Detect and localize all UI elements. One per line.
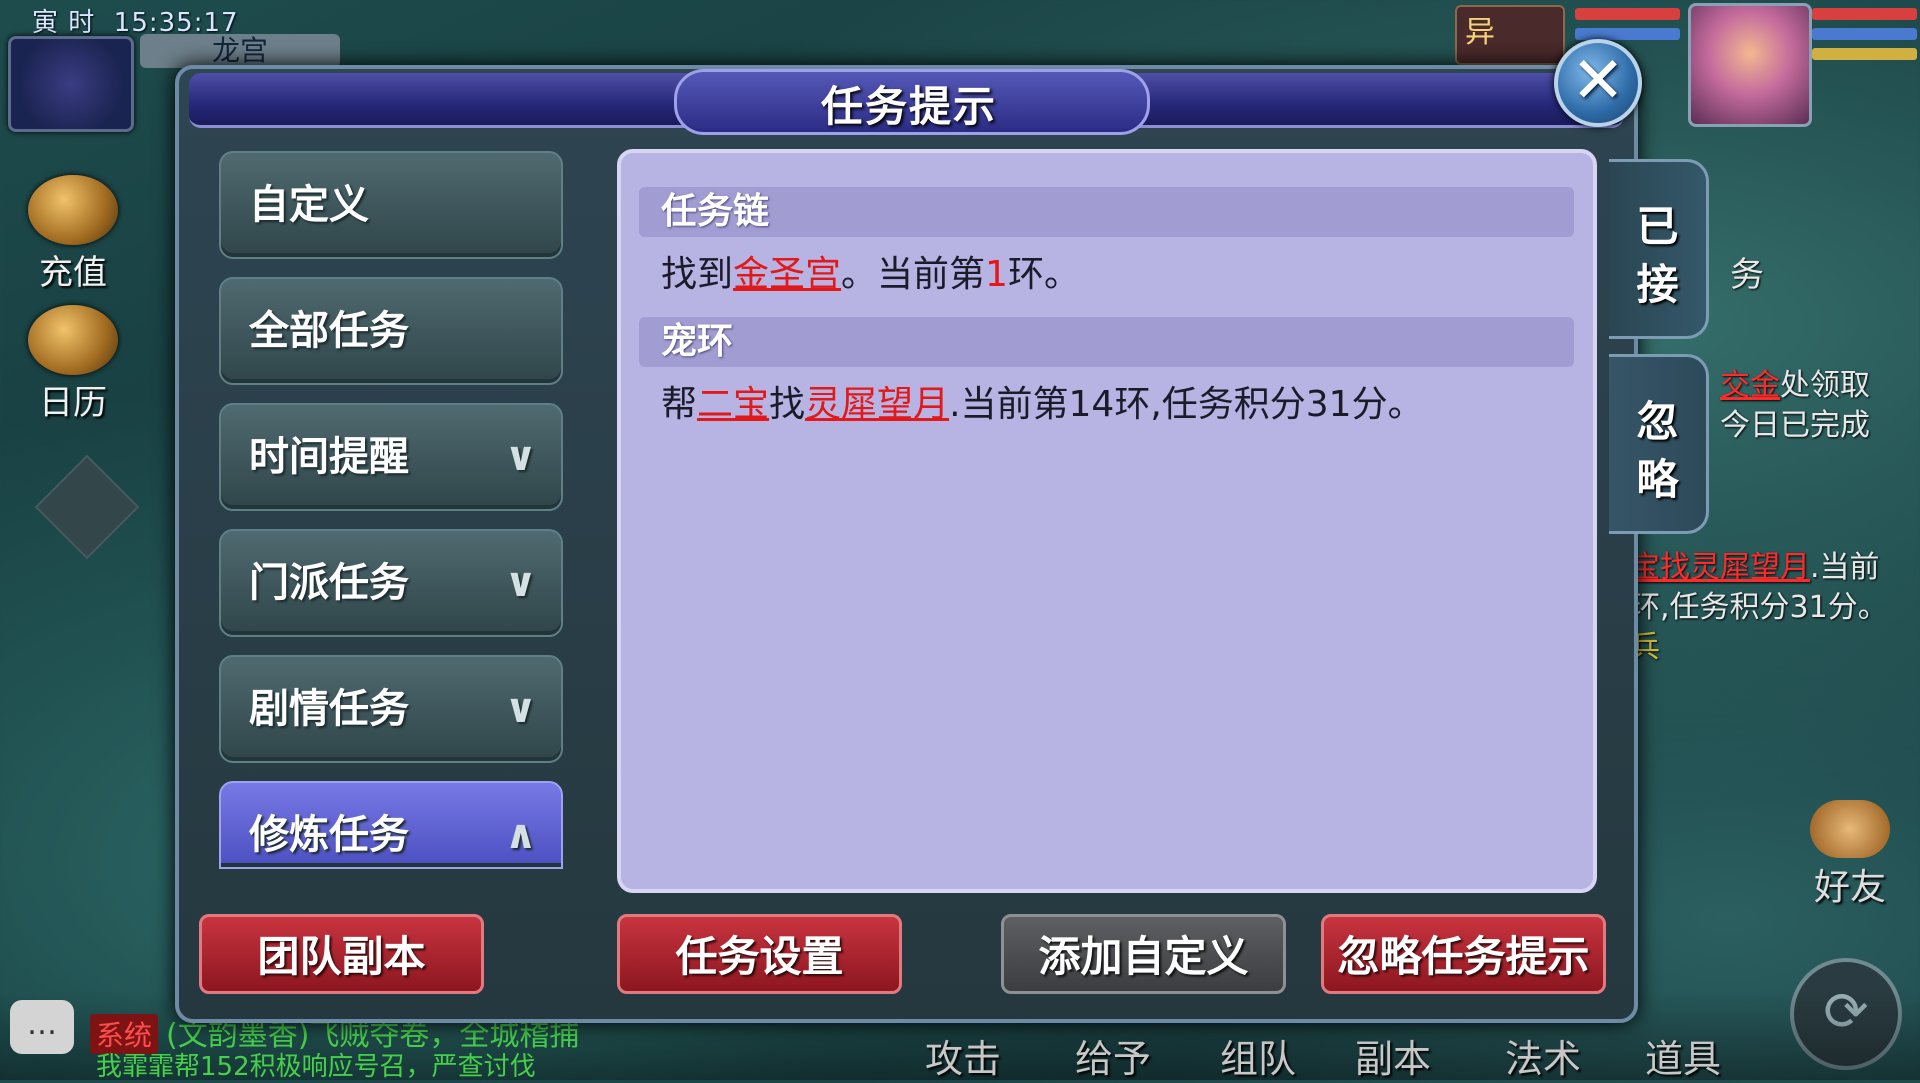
calendar-button[interactable]: 日历 (18, 305, 128, 423)
task-settings-button[interactable]: 任务设置 (617, 914, 902, 994)
category-custom[interactable]: 自定义 (219, 151, 563, 259)
close-icon[interactable]: ✕ (1554, 39, 1642, 127)
pet-badge[interactable]: 异 (1455, 5, 1565, 65)
section-header-pet-ring: 宠环 (639, 317, 1574, 367)
category-label: 门派任务 (249, 560, 409, 606)
text: 找到 (661, 254, 734, 295)
player-portrait[interactable] (1688, 3, 1812, 127)
pet-hp-bar (1575, 8, 1680, 20)
location-label: 龙宫 (140, 34, 340, 68)
category-label: 全部任务 (249, 308, 409, 354)
item-link[interactable]: 灵犀望月 (805, 384, 949, 425)
recharge-label: 充值 (39, 253, 107, 293)
ignore-task-hint-button[interactable]: 忽略任务提示 (1321, 914, 1606, 994)
spell-button[interactable]: 法术 (1505, 1028, 1581, 1083)
pet-badge-label: 异 (1465, 15, 1495, 50)
chat-icon[interactable]: … (10, 1000, 74, 1054)
give-button[interactable]: 给予 (1075, 1028, 1151, 1083)
side-char: 务 (1730, 255, 1764, 295)
player-mp-bar (1812, 28, 1917, 40)
pet-mp-bar (1575, 28, 1680, 40)
category-label: 修炼任务 (249, 812, 409, 858)
section-body-pet-ring: 帮二宝找灵犀望月.当前第14环,任务积分31分。 (661, 375, 1424, 427)
tracker-link-3a[interactable]: 宝找 (1630, 550, 1690, 585)
player-hp-bar (1812, 8, 1917, 20)
dungeon-button[interactable]: 副本 (1355, 1028, 1431, 1083)
section-body-task-chain: 找到金圣宫。当前第1环。 (661, 245, 1080, 297)
tracker-link-1[interactable]: 交金 (1720, 368, 1780, 403)
text: 找 (769, 384, 806, 425)
task-content-panel: 任务链 找到金圣宫。当前第1环。 宠环 帮二宝找灵犀望月.当前第14环,任务积分… (617, 149, 1597, 893)
text: .当前第14环,任务积分31分。 (949, 384, 1424, 425)
team-button[interactable]: 组队 (1220, 1028, 1296, 1083)
team-dungeon-button[interactable]: 团队副本 (199, 914, 484, 994)
recharge-button[interactable]: 充值 (18, 175, 128, 293)
chevron-down-icon: ∨ (504, 434, 537, 480)
text: 帮 (661, 384, 698, 425)
friend-button[interactable]: 好友 (1790, 800, 1910, 910)
calendar-label: 日历 (39, 383, 107, 423)
tracker-line-2: 今日已完成 (1720, 408, 1870, 443)
category-label: 自定义 (249, 182, 369, 228)
chevron-down-icon: ∨ (504, 686, 537, 732)
tracker-text-3: .当前 (1810, 550, 1880, 585)
category-all-tasks[interactable]: 全部任务 (219, 277, 563, 385)
tab-label: 忽略 (1636, 397, 1679, 504)
tracker-text-1: 处领取 (1780, 368, 1870, 403)
category-sect-tasks[interactable]: 门派任务 ∨ (219, 529, 563, 637)
dialog-title: 任务提示 (820, 82, 997, 131)
section-header-task-chain: 任务链 (639, 187, 1574, 237)
category-label: 时间提醒 (249, 434, 409, 480)
tracker-line-1: 交金处领取 (1720, 366, 1870, 406)
items-button[interactable]: 道具 (1645, 1028, 1721, 1083)
treasure-chest-icon (28, 175, 118, 245)
npc-link[interactable]: 二宝 (697, 384, 769, 425)
tab-accepted[interactable]: 已接 (1609, 159, 1709, 339)
location-link[interactable]: 金圣宫 (733, 254, 841, 295)
tracker-link-3b[interactable]: 灵犀望月 (1690, 550, 1810, 585)
tab-label: 已接 (1636, 202, 1679, 309)
tab-ignored[interactable]: 忽略 (1609, 354, 1709, 534)
category-time-reminder[interactable]: 时间提醒 ∨ (219, 403, 563, 511)
player-exp-bar (1812, 48, 1917, 60)
chevron-down-icon: ∨ (504, 560, 537, 606)
minimap[interactable] (8, 36, 134, 132)
add-custom-button[interactable]: 添加自定义 (1001, 914, 1286, 994)
compass-icon (28, 305, 118, 375)
chat-line-2[interactable]: 我霏霏帮152积极响应号召，严查讨伐 (96, 1046, 536, 1083)
text: 环。 (1007, 254, 1080, 295)
tracker-line-4: 环,任务积分31分。 (1630, 590, 1888, 625)
category-label: 剧情任务 (249, 686, 409, 732)
chevron-up-icon: ∧ (504, 812, 537, 858)
ring-number: 1 (985, 254, 1008, 295)
handshake-icon (1810, 800, 1890, 858)
category-story-tasks[interactable]: 剧情任务 ∨ (219, 655, 563, 763)
task-hint-dialog: 任务提示 ✕ 自定义 全部任务 时间提醒 ∨ 门派任务 ∨ 剧情任务 ∨ 修炼任… (175, 39, 1709, 1023)
category-training-tasks[interactable]: 修炼任务 ∧ (219, 781, 563, 869)
friend-label: 好友 (1813, 867, 1886, 908)
collapse-arrow-icon[interactable] (34, 454, 140, 560)
time-label: 寅 时 (32, 8, 96, 38)
attack-button[interactable]: 攻击 (925, 1028, 1001, 1083)
text: 。当前第 (841, 254, 986, 295)
tracker-line-3: 宝找灵犀望月.当前 (1630, 548, 1880, 588)
